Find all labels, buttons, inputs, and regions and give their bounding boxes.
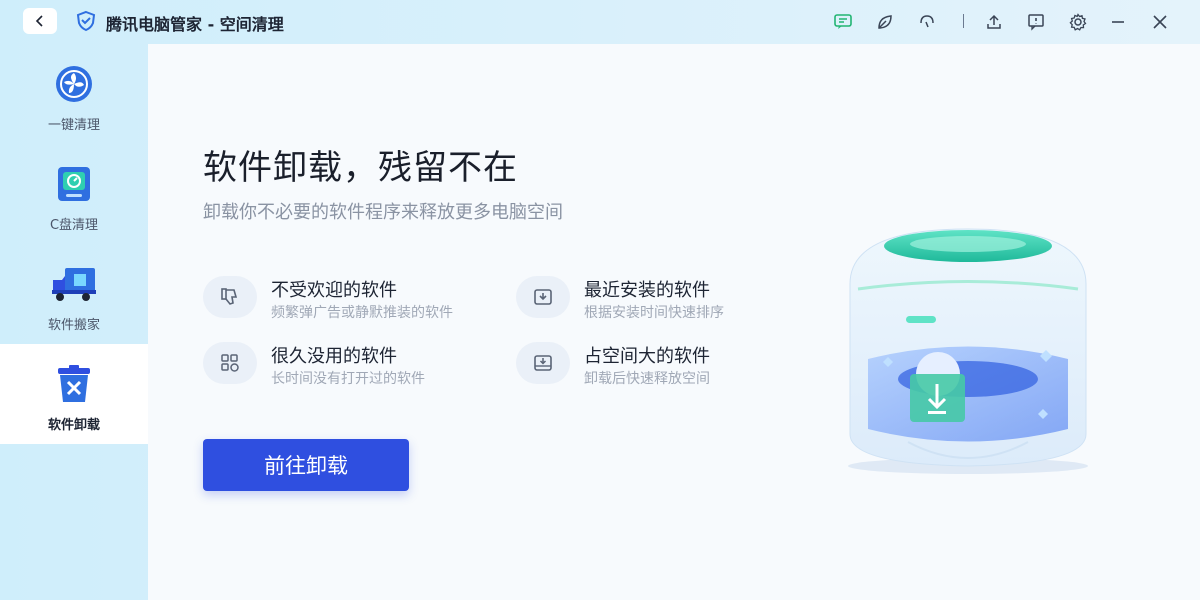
sidebar-item-label: C盘清理 <box>49 218 99 233</box>
upload-icon[interactable] <box>983 11 1005 33</box>
toolbar-divider <box>963 14 964 28</box>
gear-icon[interactable] <box>1067 11 1089 33</box>
thumbs-down-icon <box>203 276 257 318</box>
sidebar-item-software-move[interactable]: 软件搬家 <box>0 244 148 344</box>
feature-desc: 长时间没有打开过的软件 <box>271 371 425 387</box>
close-icon[interactable] <box>1149 11 1171 33</box>
chevron-left-icon <box>35 15 43 27</box>
feedback-icon[interactable] <box>1025 11 1047 33</box>
page-title: 软件卸载，残留不在 <box>203 148 518 188</box>
truck-icon <box>50 264 98 304</box>
feature-unused: 很久没用的软件 长时间没有打开过的软件 <box>203 342 503 402</box>
disk-icon <box>50 164 98 204</box>
message-icon[interactable] <box>832 11 854 33</box>
feature-desc: 卸载后快速释放空间 <box>584 371 710 387</box>
back-button[interactable] <box>23 8 57 34</box>
feature-title: 最近安装的软件 <box>584 280 710 301</box>
sidebar-item-label: 软件搬家 <box>47 318 100 333</box>
feature-large: 占空间大的软件 卸载后快速释放空间 <box>516 342 816 402</box>
sidebar-item-c-drive-clean[interactable]: C盘清理 <box>0 144 148 244</box>
apps-clock-icon <box>203 342 257 384</box>
sidebar-item-software-uninstall[interactable]: 软件卸载 <box>0 344 148 444</box>
minimize-icon[interactable] <box>1107 11 1129 33</box>
headset-icon[interactable] <box>916 11 938 33</box>
feature-recent: 最近安装的软件 根据安装时间快速排序 <box>516 276 816 336</box>
feature-desc: 根据安装时间快速排序 <box>584 305 724 321</box>
sidebar-item-label: 一键清理 <box>47 118 100 133</box>
feature-title: 很久没用的软件 <box>271 346 397 367</box>
feature-unpopular: 不受欢迎的软件 频繁弹广告或静默推装的软件 <box>203 276 503 336</box>
leaf-icon[interactable] <box>874 11 896 33</box>
main-panel: 软件卸载，残留不在 卸载你不必要的软件程序来释放更多电脑空间 不受欢迎的软件 频… <box>148 44 1200 600</box>
feature-title: 不受欢迎的软件 <box>271 280 397 301</box>
trash-icon <box>50 364 98 404</box>
drive-download-icon <box>516 342 570 384</box>
window-title: 腾讯电脑管家 - 空间清理 <box>106 15 284 34</box>
uninstall-illustration <box>848 228 1088 474</box>
feature-desc: 频繁弹广告或静默推装的软件 <box>271 305 453 321</box>
sidebar: 一键清理 C盘清理 软件搬家 软件卸载 <box>0 44 148 600</box>
sidebar-item-one-click-clean[interactable]: 一键清理 <box>0 44 148 144</box>
title-bar: 腾讯电脑管家 - 空间清理 <box>0 0 1200 44</box>
sidebar-item-label: 软件卸载 <box>47 418 100 433</box>
feature-title: 占空间大的软件 <box>584 346 710 367</box>
go-uninstall-button[interactable]: 前往卸载 <box>203 439 409 491</box>
app-logo-shield-icon <box>76 10 96 32</box>
inbox-download-icon <box>516 276 570 318</box>
fan-icon <box>50 64 98 104</box>
page-subtitle: 卸载你不必要的软件程序来释放更多电脑空间 <box>203 202 563 223</box>
